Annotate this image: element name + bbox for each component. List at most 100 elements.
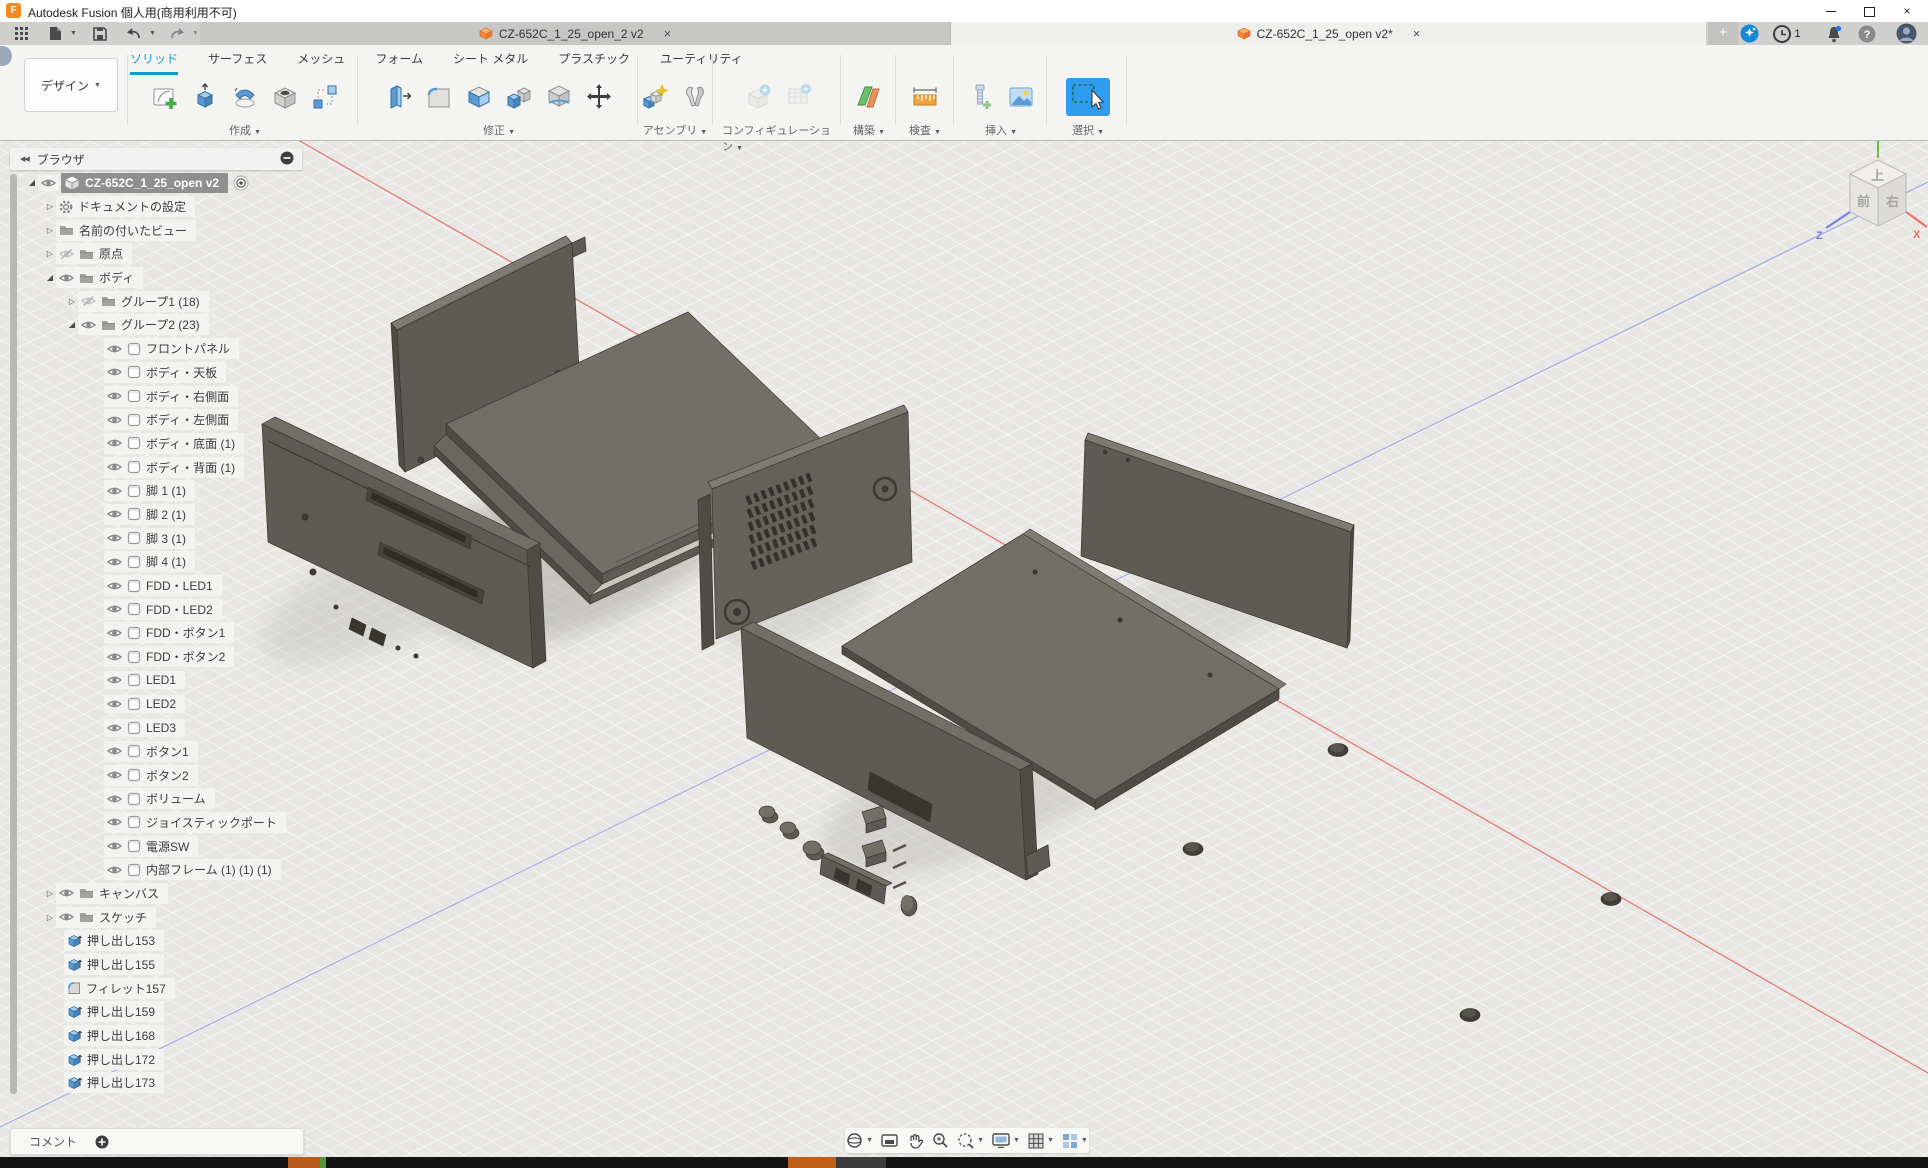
- ribbon-tab[interactable]: ユーティリティ: [660, 50, 743, 75]
- tree-row[interactable]: ボタン2: [0, 763, 286, 787]
- collapsed-arrow-icon[interactable]: ▷: [44, 226, 56, 235]
- tree-row[interactable]: 内部フレーム (1) (1) (1): [0, 858, 286, 882]
- insert-image-tool[interactable]: [1004, 78, 1038, 116]
- collapsed-arrow-icon[interactable]: ▷: [44, 249, 56, 258]
- create-sketch-tool[interactable]: [148, 78, 182, 116]
- hole-tool[interactable]: [268, 78, 302, 116]
- comment-bar[interactable]: コメント: [10, 1128, 304, 1155]
- close-button[interactable]: ×: [1888, 0, 1926, 22]
- split-face-tool[interactable]: [542, 78, 576, 116]
- avatar[interactable]: [1896, 24, 1917, 43]
- tree-row[interactable]: ボディ・天板: [0, 361, 286, 385]
- feature-row[interactable]: 押し出し172: [0, 1047, 286, 1071]
- redo-icon[interactable]: [166, 24, 188, 44]
- visibility-on-icon[interactable]: [107, 603, 122, 615]
- tree-row[interactable]: ボディ・背面 (1): [0, 455, 286, 479]
- tree-row[interactable]: ▷グループ1 (18): [0, 289, 286, 313]
- feature-row[interactable]: 押し出し159: [0, 1000, 286, 1024]
- tree-row[interactable]: 脚 1 (1): [0, 479, 286, 503]
- tree-row[interactable]: ◢CZ-652C_1_25_open v2: [0, 171, 286, 195]
- visibility-on-icon[interactable]: [59, 887, 74, 899]
- taskbar-app-segment[interactable]: [836, 1157, 886, 1168]
- visibility-on-icon[interactable]: [107, 793, 122, 805]
- pattern-tool[interactable]: [308, 78, 342, 116]
- tree-row[interactable]: ボタン1: [0, 740, 286, 764]
- select-tool[interactable]: [1066, 78, 1110, 116]
- tree-row[interactable]: フロントパネル: [0, 337, 286, 361]
- ribbon-tab[interactable]: ソリッド: [130, 50, 178, 75]
- tree-row[interactable]: ボディ・右側面: [0, 384, 286, 408]
- tree-row[interactable]: ▷名前の付いたビュー: [0, 218, 286, 242]
- document-tab-1[interactable]: CZ-652C_1_25_open_2 v2 ×: [200, 22, 951, 45]
- tree-row[interactable]: 電源SW: [0, 834, 286, 858]
- workspace-selector[interactable]: デザイン▼: [24, 58, 118, 112]
- extensions-icon[interactable]: [1740, 24, 1759, 43]
- notifications-icon[interactable]: [1824, 24, 1843, 43]
- move-tool[interactable]: [582, 78, 616, 116]
- visibility-on-icon[interactable]: [107, 343, 122, 355]
- tree-row[interactable]: LED1: [0, 668, 286, 692]
- collapsed-arrow-icon[interactable]: ▷: [44, 913, 56, 922]
- configuration-tool[interactable]: [742, 78, 776, 116]
- tree-row[interactable]: LED2: [0, 692, 286, 716]
- taskbar-app-segment[interactable]: [320, 1157, 326, 1168]
- app-grid-icon[interactable]: [10, 24, 32, 44]
- measure-tool[interactable]: [908, 78, 942, 116]
- modify-group-label[interactable]: 修正 ▼: [483, 122, 515, 138]
- save-icon[interactable]: [89, 24, 111, 44]
- job-status-icon[interactable]: 1: [1772, 24, 1802, 43]
- inspect-group-label[interactable]: 検査 ▼: [909, 122, 941, 138]
- press-pull-tool[interactable]: [382, 78, 416, 116]
- visibility-on-icon[interactable]: [107, 366, 122, 378]
- visibility-on-icon[interactable]: [107, 556, 122, 568]
- tree-row[interactable]: FDD・ボタン2: [0, 645, 286, 669]
- visibility-on-icon[interactable]: [107, 840, 122, 852]
- activate-component-radio[interactable]: [233, 175, 249, 191]
- construct-group-label[interactable]: 構築 ▼: [853, 122, 885, 138]
- visibility-on-icon[interactable]: [81, 319, 96, 331]
- viewports-icon[interactable]: [1062, 1133, 1078, 1149]
- tree-row[interactable]: ▷スケッチ: [0, 905, 286, 929]
- tree-row[interactable]: ▷キャンバス: [0, 882, 286, 906]
- insert-fast ener-tool[interactable]: [964, 78, 998, 116]
- visibility-on-icon[interactable]: [107, 769, 122, 781]
- visibility-on-icon[interactable]: [107, 532, 122, 544]
- feature-row[interactable]: フィレット157: [0, 976, 286, 1000]
- construction-plane-tool[interactable]: [852, 78, 886, 116]
- orbit-icon[interactable]: [846, 1132, 863, 1149]
- visibility-on-icon[interactable]: [59, 272, 74, 284]
- taskbar-app-segment[interactable]: [288, 1157, 324, 1168]
- taskbar-app-segment[interactable]: [788, 1157, 836, 1168]
- tree-row[interactable]: FDD・LED1: [0, 574, 286, 598]
- feature-row[interactable]: 押し出し168: [0, 1024, 286, 1048]
- visibility-on-icon[interactable]: [107, 864, 122, 876]
- browser-header[interactable]: ◀◀ ブラウザ: [10, 148, 302, 170]
- tree-row[interactable]: FDD・ボタン1: [0, 621, 286, 645]
- tree-row[interactable]: ボディ・底面 (1): [0, 432, 286, 456]
- visibility-on-icon[interactable]: [107, 461, 122, 473]
- visibility-on-icon[interactable]: [107, 414, 122, 426]
- visibility-off-icon[interactable]: [59, 248, 74, 260]
- new-component-tool[interactable]: [638, 78, 672, 116]
- visibility-on-icon[interactable]: [107, 674, 122, 686]
- expanded-arrow-icon[interactable]: ◢: [44, 273, 56, 282]
- visibility-on-icon[interactable]: [59, 911, 74, 923]
- visibility-on-icon[interactable]: [107, 390, 122, 402]
- display-settings-icon[interactable]: [992, 1133, 1010, 1148]
- tree-row[interactable]: 脚 2 (1): [0, 503, 286, 527]
- viewport-canvas[interactable]: [0, 0, 1928, 1157]
- visibility-on-icon[interactable]: [107, 508, 122, 520]
- undo-caret[interactable]: ▼: [149, 30, 156, 37]
- visibility-on-icon[interactable]: [107, 651, 122, 663]
- assemble-group-label[interactable]: アセンブリ ▼: [643, 122, 707, 138]
- tab-close-icon[interactable]: ×: [1413, 26, 1421, 41]
- document-tab-2[interactable]: CZ-652C_1_25_open v2* ×: [951, 22, 1706, 45]
- tree-row[interactable]: ◢ボディ: [0, 266, 286, 290]
- tree-row[interactable]: 脚 4 (1): [0, 550, 286, 574]
- feature-row[interactable]: 押し出し153: [0, 929, 286, 953]
- tree-row[interactable]: LED3: [0, 716, 286, 740]
- tree-row[interactable]: ▷ドキュメントの設定: [0, 195, 286, 219]
- collapsed-arrow-icon[interactable]: ▷: [66, 297, 78, 306]
- minimize-button[interactable]: [1812, 0, 1850, 22]
- extrude-tool[interactable]: [188, 78, 222, 116]
